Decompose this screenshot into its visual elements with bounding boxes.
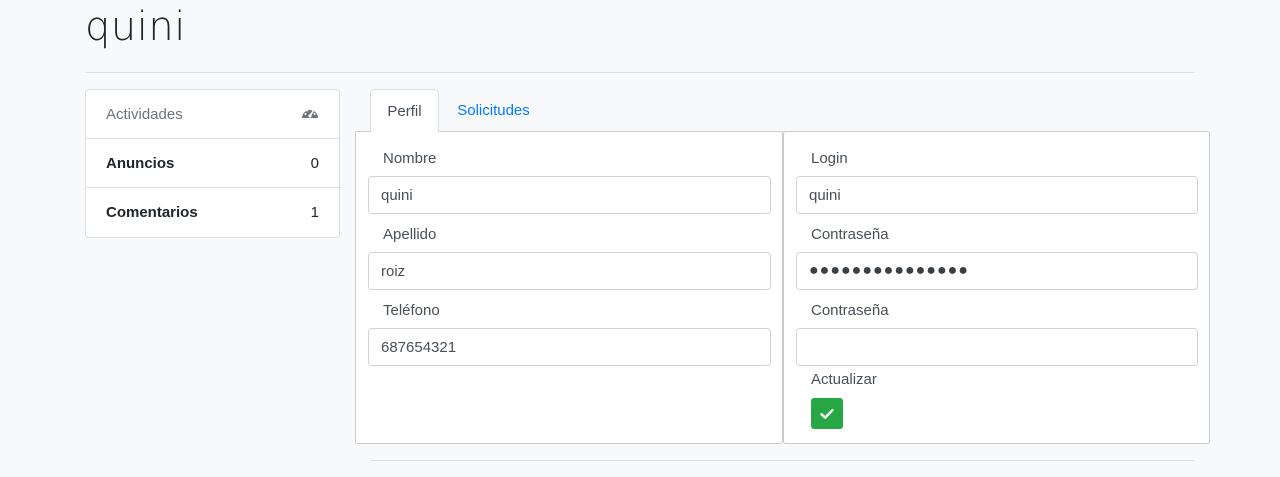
apellido-field[interactable]: roiz <box>368 252 771 290</box>
header-divider <box>85 72 1195 73</box>
password-confirm-field[interactable] <box>796 328 1198 366</box>
footer-divider <box>370 460 1195 461</box>
telefono-label: Teléfono <box>383 302 440 319</box>
check-icon <box>820 408 834 419</box>
profile-panel: Nombre quini Apellido roiz Teléfono 6876… <box>355 131 783 444</box>
account-panel: Login quini Contraseña ●●●●●●●●●●●●●●● C… <box>783 131 1210 444</box>
update-label: Actualizar <box>811 371 877 388</box>
tab-perfil[interactable]: Perfil <box>370 89 439 132</box>
sidebar-item-label: Comentarios <box>106 204 198 221</box>
page-title: quini <box>85 4 186 50</box>
password-label: Contraseña <box>811 226 889 243</box>
login-field[interactable]: quini <box>796 176 1198 214</box>
password-field[interactable]: ●●●●●●●●●●●●●●● <box>796 252 1198 290</box>
sidebar-heading-label: Actividades <box>106 105 183 123</box>
dashboard-icon <box>301 105 319 123</box>
login-label: Login <box>811 150 848 167</box>
sidebar-item-label: Anuncios <box>106 154 175 172</box>
telefono-field[interactable]: 687654321 <box>368 328 771 366</box>
update-button[interactable] <box>811 398 843 429</box>
activity-sidebar: Actividades Anuncios 0 Comentarios 1 <box>85 89 340 238</box>
sidebar-item-comentarios[interactable]: Comentarios 1 <box>86 188 339 237</box>
nombre-label: Nombre <box>383 150 437 167</box>
sidebar-heading: Actividades <box>86 90 339 139</box>
apellido-label: Apellido <box>383 226 437 243</box>
sidebar-item-count: 0 <box>310 154 319 172</box>
tab-solicitudes[interactable]: Solicitudes <box>447 89 540 132</box>
password-confirm-label: Contraseña <box>811 302 889 319</box>
sidebar-item-anuncios[interactable]: Anuncios 0 <box>86 139 339 188</box>
sidebar-item-count: 1 <box>310 204 319 221</box>
nombre-field[interactable]: quini <box>368 176 771 214</box>
